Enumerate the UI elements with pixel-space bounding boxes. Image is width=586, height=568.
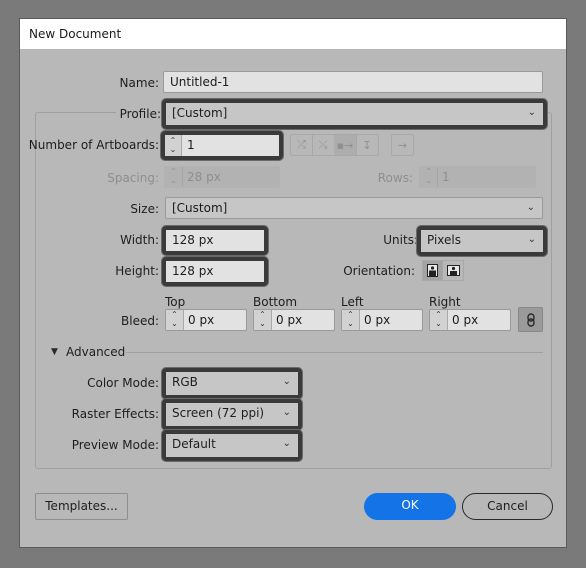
size-value: [Custom] <box>172 201 228 215</box>
spacing-value: 28 px <box>187 170 221 184</box>
artboards-stepper[interactable]: ⌃ ⌄ 1 <box>161 131 283 160</box>
raster-effects-value: Screen (72 ppi) <box>172 406 265 420</box>
bleed-right-stepper[interactable]: ⌃ ⌄ 0 px <box>429 309 511 331</box>
bleed-right-header: Right <box>429 295 461 309</box>
portrait-icon <box>427 264 438 277</box>
height-input[interactable]: 128 px <box>162 257 268 286</box>
bleed-bottom-header: Bottom <box>253 295 298 309</box>
size-label: Size: <box>130 202 159 216</box>
chevron-down-icon: ⌄ <box>527 234 536 245</box>
stepper-arrows-icon: ⌃ ⌄ <box>420 167 438 187</box>
name-input[interactable]: Untitled-1 <box>163 71 543 93</box>
height-label: Height: <box>115 264 159 278</box>
landscape-icon <box>446 265 460 276</box>
width-label: Width: <box>120 233 159 247</box>
chevron-down-icon: ⌄ <box>527 107 536 118</box>
bleed-top-header: Top <box>165 295 186 309</box>
profile-select[interactable]: [Custom] ⌄ <box>162 99 547 129</box>
chevron-down-icon: ⌄ <box>282 407 291 418</box>
title-bar: New Document <box>20 19 566 49</box>
dialog-title: New Document <box>29 27 122 41</box>
portrait-orientation-button[interactable] <box>422 260 443 281</box>
arrange-by-column-icon[interactable]: ↧ <box>356 134 379 156</box>
bleed-bottom-value: 0 px <box>276 313 303 327</box>
right-to-left-arrow-icon[interactable]: → <box>391 134 414 156</box>
ok-button[interactable]: OK <box>364 493 456 520</box>
spacing-stepper: ⌃ ⌄ 28 px <box>164 166 280 188</box>
link-icon <box>526 312 535 327</box>
profile-label: Profile: <box>115 107 161 121</box>
units-select[interactable]: Pixels ⌄ <box>417 226 547 256</box>
rows-label: Rows: <box>377 171 413 185</box>
preview-mode-label: Preview Mode: <box>71 438 159 452</box>
artboards-label: Number of Artboards: <box>28 138 159 152</box>
bleed-bottom-stepper[interactable]: ⌃ ⌄ 0 px <box>253 309 335 331</box>
stepper-arrows-icon[interactable]: ⌃ ⌄ <box>430 310 448 330</box>
bleed-left-header: Left <box>341 295 364 309</box>
preview-mode-select[interactable]: Default ⌄ <box>162 430 302 461</box>
bleed-left-value: 0 px <box>364 313 391 327</box>
preview-mode-value: Default <box>172 437 216 451</box>
chevron-down-icon: ⌄ <box>526 202 535 213</box>
chevron-down-icon: ⌄ <box>282 438 291 449</box>
color-mode-value: RGB <box>172 375 198 389</box>
arrange-by-row-icon[interactable]: ▪→ <box>334 134 357 156</box>
new-document-dialog: New Document Name: Untitled-1 Profile: [… <box>19 18 567 548</box>
profile-value: [Custom] <box>172 106 228 120</box>
stepper-arrows-icon[interactable]: ⌃ ⌄ <box>166 310 184 330</box>
templates-button[interactable]: Templates... <box>35 493 128 520</box>
width-input[interactable]: 128 px <box>162 226 268 255</box>
orientation-label: Orientation: <box>343 264 415 278</box>
rows-value: 1 <box>442 170 450 184</box>
height-value: 128 px <box>172 264 214 278</box>
bleed-top-stepper[interactable]: ⌃ ⌄ 0 px <box>165 309 247 331</box>
advanced-divider <box>126 352 543 353</box>
stepper-arrows-icon[interactable]: ⌃ ⌄ <box>254 310 272 330</box>
spacing-label: Spacing: <box>107 171 159 185</box>
rows-stepper: ⌃ ⌄ 1 <box>419 166 536 188</box>
bleed-left-stepper[interactable]: ⌃ ⌄ 0 px <box>341 309 423 331</box>
advanced-toggle[interactable]: Advanced <box>66 345 125 359</box>
bleed-top-value: 0 px <box>188 313 215 327</box>
name-label: Name: <box>119 76 159 90</box>
artboards-value: 1 <box>187 138 195 152</box>
chevron-down-icon: ⌄ <box>282 376 291 387</box>
size-select[interactable]: [Custom] ⌄ <box>165 197 543 219</box>
width-value: 128 px <box>172 233 214 247</box>
bleed-right-value: 0 px <box>452 313 479 327</box>
stepper-arrows-icon[interactable]: ⌃ ⌄ <box>342 310 360 330</box>
collapse-triangle-icon[interactable]: ▼ <box>51 347 58 357</box>
grid-by-row-icon[interactable]: ⤮ <box>290 134 313 156</box>
grid-by-column-icon[interactable]: ⤯ <box>312 134 335 156</box>
units-label: Units: <box>383 233 418 247</box>
raster-effects-select[interactable]: Screen (72 ppi) ⌄ <box>162 399 302 430</box>
units-value: Pixels <box>427 233 462 247</box>
bleed-label: Bleed: <box>121 314 159 328</box>
link-bleed-button[interactable] <box>518 307 543 332</box>
name-value: Untitled-1 <box>170 75 230 89</box>
stepper-arrows-icon[interactable]: ⌃ ⌄ <box>165 135 182 156</box>
color-mode-label: Color Mode: <box>87 376 159 390</box>
raster-effects-label: Raster Effects: <box>71 407 159 421</box>
color-mode-select[interactable]: RGB ⌄ <box>162 368 302 399</box>
stepper-arrows-icon: ⌃ ⌄ <box>165 167 183 187</box>
landscape-orientation-button[interactable] <box>443 260 464 281</box>
cancel-button[interactable]: Cancel <box>462 493 553 520</box>
